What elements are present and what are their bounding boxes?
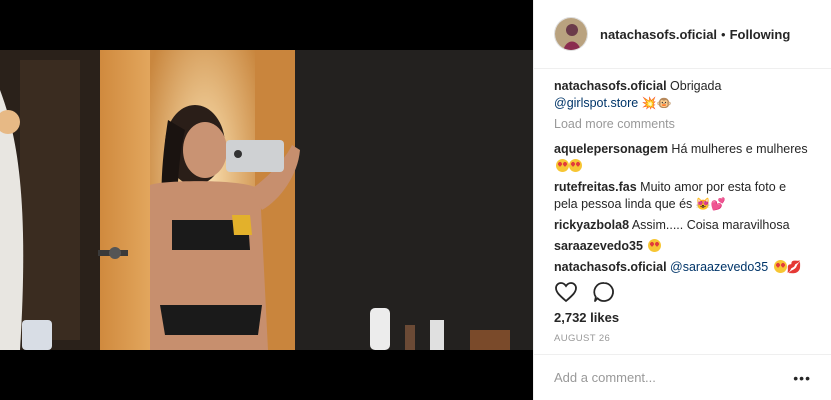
- heart-eyes-emoji-icon: [773, 260, 787, 273]
- caption-emoji: 💥🐵: [641, 96, 672, 110]
- post-side-panel: natachasofs.oficial • Following natachas…: [533, 0, 831, 400]
- post-media: [0, 0, 533, 400]
- caption-mention[interactable]: @girlspot.store: [554, 96, 638, 110]
- caption-username[interactable]: natachasofs.oficial: [554, 79, 667, 93]
- caption: natachasofs.oficial Obrigada @girlspot.s…: [554, 78, 813, 112]
- add-comment-bar: •••: [534, 354, 831, 400]
- comment-item: rutefreitas.fas Muito amor por esta foto…: [554, 179, 813, 213]
- comment-mention[interactable]: @saraazevedo35: [670, 260, 768, 274]
- header-username[interactable]: natachasofs.oficial: [600, 27, 717, 42]
- heart-eyes-emoji-icon: [556, 159, 569, 172]
- comment-item: saraazevedo35: [554, 238, 813, 255]
- add-comment-input[interactable]: [554, 370, 794, 385]
- comments-list: natachasofs.oficial Obrigada @girlspot.s…: [554, 78, 813, 280]
- comment-icon[interactable]: [592, 280, 616, 304]
- comment-username[interactable]: natachasofs.oficial: [554, 260, 667, 274]
- heart-icon[interactable]: [554, 280, 578, 304]
- comment-item: natachasofs.oficial @saraazevedo35 💋: [554, 259, 813, 276]
- post-photo[interactable]: [0, 50, 533, 350]
- comment-emoji: 😻💕: [695, 197, 726, 211]
- comment-username[interactable]: aquelepersonagem: [554, 142, 668, 156]
- mirror-selfie-image: [0, 50, 533, 350]
- separator-dot: •: [721, 26, 726, 42]
- comment-item: rickyazbola8 Assim..... Coisa maravilhos…: [554, 217, 813, 234]
- caption-text: Obrigada: [670, 79, 722, 93]
- comment-item: aquelepersonagem Há mulheres e mulheres: [554, 141, 813, 175]
- post-date[interactable]: AUGUST 26: [554, 333, 610, 344]
- likes-count[interactable]: 2,732 likes: [554, 310, 619, 325]
- comment-text: Há mulheres e mulheres: [671, 142, 808, 156]
- comment-username[interactable]: saraazevedo35: [554, 239, 643, 253]
- post-actions: [554, 280, 616, 304]
- comment-username[interactable]: rickyazbola8: [554, 218, 629, 232]
- follow-button[interactable]: Following: [730, 27, 791, 42]
- kiss-emoji-icon: 💋: [786, 260, 802, 274]
- avatar[interactable]: [554, 17, 588, 51]
- more-options-icon[interactable]: •••: [793, 370, 811, 386]
- heart-eyes-emoji-icon: [648, 239, 662, 252]
- comment-username[interactable]: rutefreitas.fas: [554, 180, 637, 194]
- post-header: natachasofs.oficial • Following: [534, 0, 831, 69]
- comment-text: Assim..... Coisa maravilhosa: [631, 218, 790, 232]
- heart-eyes-emoji-icon: [569, 159, 582, 172]
- load-more-comments-button[interactable]: Load more comments: [554, 116, 813, 133]
